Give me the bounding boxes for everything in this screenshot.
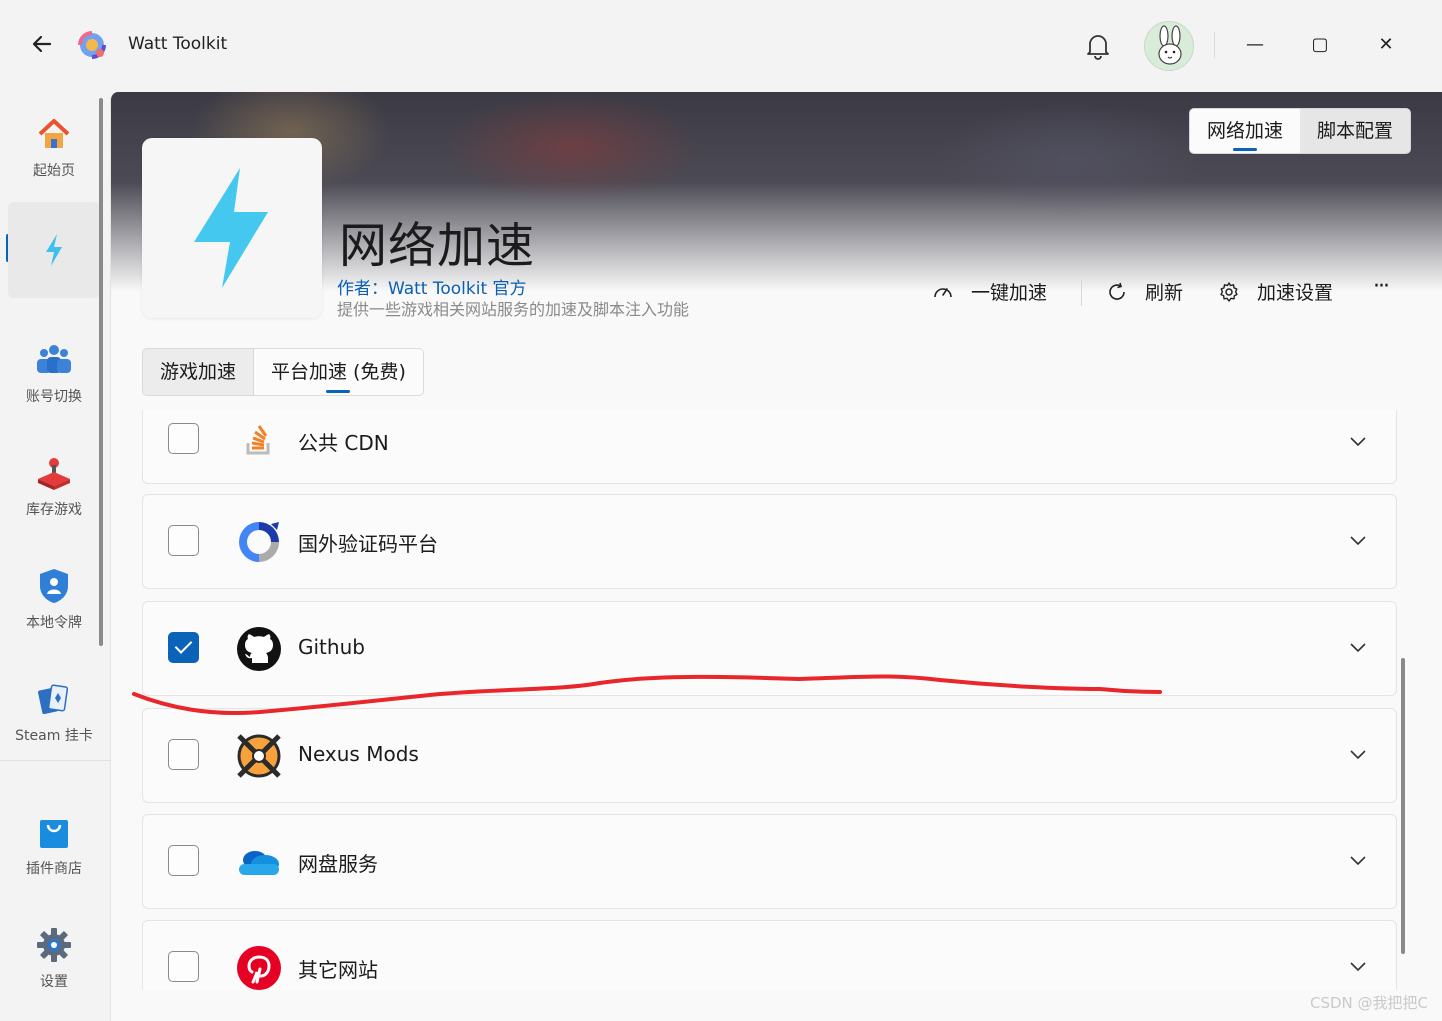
plugin-description: 提供一些游戏相关网站服务的加速及脚本注入功能 [337, 300, 690, 319]
list-item[interactable]: 公共 CDN [142, 410, 1397, 484]
checkbox[interactable] [168, 525, 199, 556]
gear-icon [34, 925, 74, 965]
tab-network-acceleration[interactable]: 网络加速 [1190, 109, 1301, 153]
list-item[interactable]: 国外验证码平台 [142, 494, 1397, 589]
chevron-down-icon[interactable] [1346, 429, 1370, 453]
joystick-icon [34, 453, 74, 493]
store-bag-icon [34, 812, 74, 852]
titlebar-separator [1214, 32, 1215, 58]
onedrive-icon [235, 838, 283, 886]
action-label: 加速设置 [1257, 282, 1334, 304]
github-icon [235, 625, 283, 673]
list-item[interactable]: 网盘服务 [142, 814, 1397, 909]
gear-icon [1220, 281, 1238, 302]
service-list: 公共 CDN 国外验证码平台 Github Nexus Mods 网盘服务 其它… [142, 410, 1397, 990]
sidebar: 起始页 账号切换 库存游戏 本地令牌 Steam 挂卡 插件商店 设置 [0, 92, 110, 1021]
list-item[interactable]: Nexus Mods [142, 708, 1397, 803]
refresh-button[interactable]: 刷新 [1105, 278, 1183, 305]
acceleration-tabs: 游戏加速 平台加速 (免费) [142, 348, 424, 396]
sidebar-scrollbar[interactable] [99, 98, 103, 646]
sidebar-divider [0, 760, 110, 761]
watt-toolkit-logo-icon [76, 29, 108, 61]
list-item-label: 网盘服务 [298, 852, 378, 876]
tab-platform-acceleration[interactable]: 平台加速 (免费) [253, 349, 423, 395]
nexusmods-icon [235, 732, 283, 780]
tab-game-acceleration[interactable]: 游戏加速 [143, 349, 253, 395]
chevron-down-icon[interactable] [1346, 742, 1370, 766]
watermark: CSDN @我把把C [1309, 994, 1428, 1012]
refresh-icon [1109, 282, 1125, 300]
maximize-button[interactable]: ▢ [1305, 30, 1335, 60]
checkbox[interactable] [168, 951, 199, 982]
sidebar-item-network[interactable] [8, 202, 100, 298]
recaptcha-icon [235, 518, 283, 566]
list-item[interactable]: Github [142, 601, 1397, 696]
accounts-icon [34, 340, 74, 380]
sidebar-item-accounts[interactable]: 账号切换 [8, 326, 100, 422]
title-bar: Watt Toolkit — ▢ ✕ [0, 0, 1442, 92]
checkbox-checked[interactable] [168, 632, 199, 663]
list-item-label: 国外验证码平台 [298, 532, 438, 556]
shield-user-icon [34, 566, 74, 606]
back-arrow-icon[interactable] [28, 30, 56, 58]
list-item-label: 其它网站 [298, 958, 378, 982]
lightning-icon [34, 230, 74, 270]
chevron-down-icon[interactable] [1346, 848, 1370, 872]
sidebar-item-label: 起始页 [33, 163, 75, 179]
acceleration-settings-button[interactable]: 加速设置 [1217, 278, 1333, 305]
cards-icon [34, 679, 74, 719]
chevron-down-icon[interactable] [1346, 954, 1370, 978]
checkbox[interactable] [168, 845, 199, 876]
bell-icon[interactable] [1082, 29, 1114, 61]
action-label: 刷新 [1145, 282, 1184, 304]
sidebar-item-label: 本地令牌 [26, 615, 82, 631]
list-item-label: Nexus Mods [298, 742, 419, 766]
list-item-label: Github [298, 635, 365, 659]
main-scrollbar[interactable] [1401, 658, 1405, 954]
list-item[interactable]: 其它网站 [142, 920, 1397, 990]
sidebar-item-authenticator[interactable]: 本地令牌 [8, 552, 100, 648]
avatar[interactable] [1144, 21, 1194, 71]
checkbox[interactable] [168, 423, 199, 454]
action-separator [1081, 280, 1082, 306]
lightning-icon [194, 168, 268, 288]
sidebar-item-settings[interactable]: 设置 [8, 911, 100, 1007]
pinterest-icon [235, 944, 283, 990]
sidebar-item-steam-idle[interactable]: Steam 挂卡 [8, 665, 100, 761]
sidebar-item-library[interactable]: 库存游戏 [8, 439, 100, 535]
speedometer-icon [934, 287, 952, 297]
list-item-label: 公共 CDN [298, 431, 389, 455]
chevron-down-icon[interactable] [1346, 635, 1370, 659]
minimize-button[interactable]: — [1240, 30, 1270, 60]
sidebar-item-label: 账号切换 [26, 389, 82, 405]
one-click-accelerate-button[interactable]: 一键加速 [931, 278, 1047, 305]
sidebar-item-label: 插件商店 [26, 861, 82, 877]
close-button[interactable]: ✕ [1371, 30, 1401, 60]
home-icon [34, 114, 74, 154]
action-label: 一键加速 [971, 282, 1048, 304]
stackoverflow-icon [241, 421, 277, 457]
sidebar-item-label: Steam 挂卡 [15, 728, 93, 744]
more-options-button[interactable]: ··· [1373, 274, 1390, 299]
sidebar-item-home[interactable]: 起始页 [8, 100, 100, 196]
chevron-down-icon[interactable] [1346, 528, 1370, 552]
tab-script-config[interactable]: 脚本配置 [1300, 109, 1410, 153]
main-content: 网络加速 脚本配置 网络加速 作者：Watt Toolkit 官方 提供一些游戏… [110, 92, 1442, 1021]
page-title: 网络加速 [339, 218, 536, 274]
app-title: Watt Toolkit [128, 34, 228, 54]
sidebar-item-plugin-store[interactable]: 插件商店 [8, 798, 100, 894]
sidebar-item-label: 设置 [40, 974, 68, 990]
sidebar-item-label: 库存游戏 [26, 502, 82, 518]
header-segmented-control: 网络加速 脚本配置 [1189, 108, 1412, 154]
plugin-icon-card [142, 138, 322, 318]
checkbox[interactable] [168, 739, 199, 770]
